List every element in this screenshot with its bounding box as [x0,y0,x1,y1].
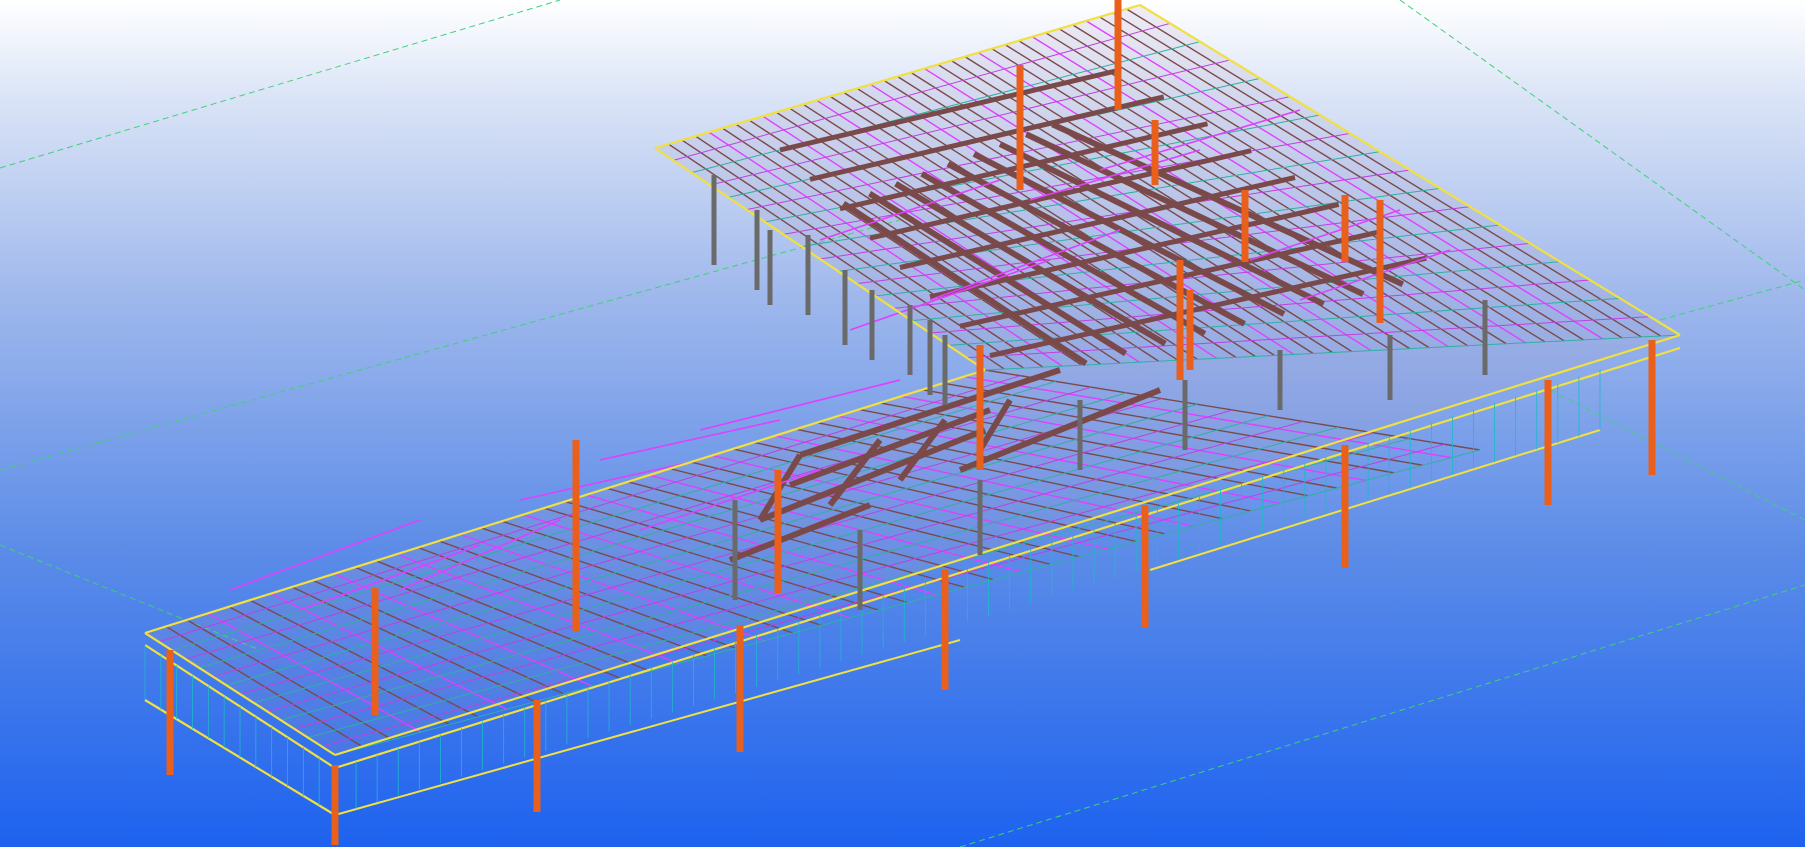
grid-line[interactable] [1549,389,1805,521]
structural-model-3d-view[interactable] [0,0,1805,847]
model-viewport[interactable] [0,0,1805,847]
grid-line[interactable] [0,219,901,471]
grid-line[interactable] [1659,279,1805,321]
grid-line[interactable] [959,584,1805,847]
grid-line[interactable] [0,0,561,169]
